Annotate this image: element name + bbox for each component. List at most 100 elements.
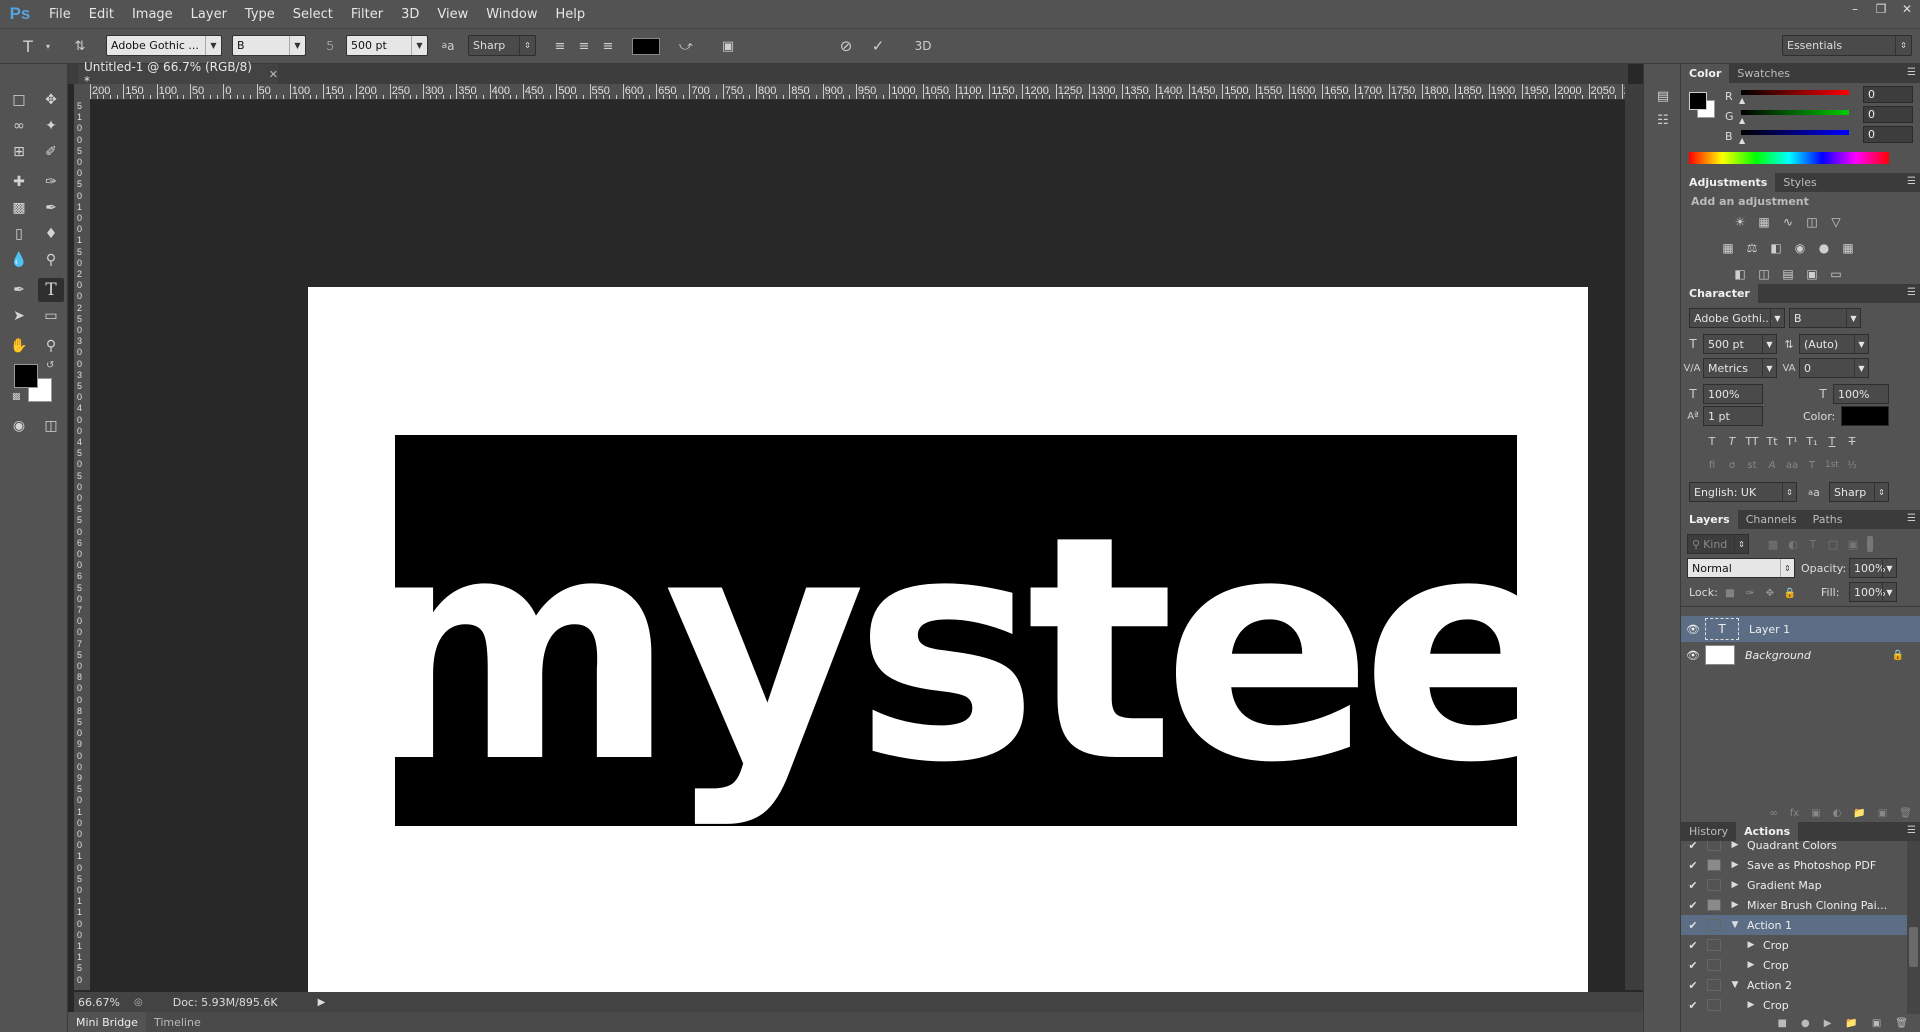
dialog-toggle-icon[interactable] — [1707, 919, 1721, 931]
small-caps-icon[interactable]: Tt — [1763, 432, 1781, 450]
menu-file[interactable]: File — [40, 0, 80, 28]
filter-smart-object-icon[interactable]: ▣ — [1845, 536, 1861, 552]
stop-recording-icon[interactable]: ■ — [1778, 1018, 1787, 1029]
ordinals-icon[interactable]: 1st — [1823, 456, 1841, 474]
lock-all-icon[interactable]: 🔒 — [1783, 586, 1797, 600]
filter-pixel-icon[interactable]: ▩ — [1765, 536, 1781, 552]
blur-tool-icon[interactable]: 💧 — [6, 248, 32, 272]
char-font-style-select[interactable]: B ▼ — [1789, 308, 1861, 328]
dialog-toggle-icon[interactable] — [1707, 979, 1721, 991]
crop-tool-icon[interactable]: ⊞ — [6, 140, 32, 164]
char-color-swatch[interactable] — [1841, 406, 1889, 426]
hue-saturation-icon[interactable]: ▦ — [1719, 240, 1737, 256]
actions-scrollbar[interactable] — [1907, 841, 1920, 1014]
tab-styles[interactable]: Styles — [1775, 173, 1824, 192]
healing-brush-tool-icon[interactable]: ✚ — [6, 170, 32, 194]
menu-type[interactable]: Type — [236, 0, 284, 28]
vertical-ruler[interactable]: 5100500501001502002503003504004505005506… — [74, 100, 90, 990]
r-slider-track[interactable] — [1741, 90, 1849, 95]
panel-menu-icon[interactable]: ☰ — [1907, 825, 1916, 836]
color-balance-icon[interactable]: ⚖ — [1743, 240, 1761, 256]
collapsed-triangle-icon[interactable]: ▶ — [1743, 960, 1759, 970]
cancel-edits-icon[interactable]: ⊘ — [836, 37, 856, 55]
collapsed-triangle-icon[interactable]: ▶ — [1743, 1000, 1759, 1010]
add-mask-icon[interactable]: ▣ — [1811, 808, 1820, 819]
new-adjustment-layer-icon[interactable]: ◐ — [1833, 808, 1842, 819]
layer-row-layer-1[interactable]: 👁 T Layer 1 — [1681, 616, 1920, 642]
eye-visibility-icon[interactable]: 👁 — [1681, 623, 1705, 636]
r-value-input[interactable]: 0 — [1863, 86, 1913, 103]
tab-layers[interactable]: Layers — [1681, 510, 1738, 529]
foreground-color-swatch[interactable] — [14, 364, 38, 388]
collapsed-triangle-icon[interactable]: ▶ — [1727, 860, 1743, 870]
fractions-icon[interactable]: ½ — [1843, 456, 1861, 474]
menu-edit[interactable]: Edit — [80, 0, 123, 28]
new-layer-icon[interactable]: ▣ — [1878, 808, 1887, 819]
filter-type-icon[interactable]: T — [1805, 536, 1821, 552]
canvas-area[interactable]: mystee — [90, 100, 1625, 1007]
new-set-icon[interactable]: 📁 — [1845, 1018, 1857, 1029]
action-row[interactable]: ✔ ▶ Crop — [1681, 955, 1907, 975]
toggle-item-icon[interactable]: ✔ — [1685, 899, 1701, 912]
dialog-toggle-icon[interactable] — [1707, 899, 1721, 911]
blend-mode-select[interactable]: Normal ⇕ — [1687, 558, 1795, 578]
dialog-toggle-icon[interactable] — [1707, 999, 1721, 1011]
delete-layer-icon[interactable]: 🗑 — [1899, 808, 1912, 819]
history-brush-tool-icon[interactable]: ✒ — [38, 196, 64, 220]
g-slider-thumb-icon[interactable]: ▲ — [1739, 116, 1745, 125]
b-slider-track[interactable] — [1741, 130, 1849, 135]
panel-menu-icon[interactable]: ☰ — [1907, 67, 1916, 78]
history-panel-icon[interactable]: ▤ — [1652, 86, 1674, 106]
font-size-select[interactable]: 500 pt ▼ — [346, 35, 428, 56]
lock-pixels-icon[interactable]: ✑ — [1743, 586, 1757, 600]
eyedropper-tool-icon[interactable]: ✐ — [38, 140, 64, 164]
menu-image[interactable]: Image — [123, 0, 182, 28]
rectangle-tool-icon[interactable]: ▭ — [38, 304, 64, 328]
dodge-tool-icon[interactable]: ⚲ — [38, 248, 64, 272]
channel-mixer-icon[interactable]: ● — [1815, 240, 1833, 256]
path-selection-tool-icon[interactable]: ➤ — [6, 304, 32, 328]
color-lookup-icon[interactable]: ▦ — [1839, 240, 1857, 256]
paint-bucket-tool-icon[interactable]: ♦ — [38, 222, 64, 246]
font-style-select[interactable]: B ▼ — [232, 35, 306, 56]
faux-bold-icon[interactable]: T — [1703, 432, 1721, 450]
link-layers-icon[interactable]: ∞ — [1769, 808, 1777, 819]
quick-mask-icon[interactable]: ◉ — [6, 414, 32, 438]
text-color-swatch[interactable] — [632, 38, 660, 55]
toggle-item-icon[interactable]: ✔ — [1685, 959, 1701, 972]
tab-paths[interactable]: Paths — [1805, 510, 1851, 529]
tab-timeline[interactable]: Timeline — [146, 1012, 209, 1032]
lock-position-icon[interactable]: ✥ — [1763, 586, 1777, 600]
layer-filter-select[interactable]: ⚲ Kind ⇕ — [1687, 534, 1749, 554]
curves-icon[interactable]: ∿ — [1779, 214, 1797, 230]
action-row[interactable]: ✔ ▶ Quadrant Colors — [1681, 841, 1907, 855]
toggle-item-icon[interactable]: ✔ — [1685, 841, 1701, 852]
color-foreground-swatch[interactable] — [1689, 92, 1707, 110]
toggle-item-icon[interactable]: ✔ — [1685, 919, 1701, 932]
color-spectrum-ramp[interactable] — [1689, 152, 1889, 164]
dialog-toggle-icon[interactable] — [1707, 959, 1721, 971]
char-tracking-select[interactable]: 0 ▼ — [1799, 358, 1869, 378]
type-tool-preset-icon[interactable]: T — [18, 37, 38, 56]
document-canvas[interactable]: mystee — [308, 287, 1588, 1007]
layer-style-icon[interactable]: fx — [1790, 808, 1799, 819]
menu-view[interactable]: View — [428, 0, 477, 28]
filter-toggle-switch[interactable] — [1867, 536, 1873, 552]
exposure-icon[interactable]: ◫ — [1803, 214, 1821, 230]
tab-channels[interactable]: Channels — [1738, 510, 1805, 529]
action-row[interactable]: ✔ ▼ Action 2 — [1681, 975, 1907, 995]
selective-color-icon[interactable]: ▣ — [1803, 266, 1821, 282]
menu-filter[interactable]: Filter — [342, 0, 392, 28]
action-row[interactable]: ✔ ▶ Save as Photoshop PDF — [1681, 855, 1907, 875]
status-menu-arrow-icon[interactable]: ▶ — [318, 997, 326, 1008]
toggle-item-icon[interactable]: ✔ — [1685, 979, 1701, 992]
menu-help[interactable]: Help — [547, 0, 595, 28]
new-action-icon[interactable]: ▣ — [1872, 1018, 1881, 1029]
dialog-toggle-icon[interactable] — [1707, 841, 1721, 851]
close-button[interactable]: ✕ — [1894, 0, 1920, 18]
char-baseline-input[interactable]: 1 pt — [1703, 406, 1763, 426]
vertical-scrollbar[interactable] — [1625, 84, 1643, 990]
tab-history[interactable]: History — [1681, 822, 1736, 841]
titling-alternates-icon[interactable]: aa — [1783, 456, 1801, 474]
char-vscale-input[interactable]: 100% — [1703, 384, 1763, 404]
